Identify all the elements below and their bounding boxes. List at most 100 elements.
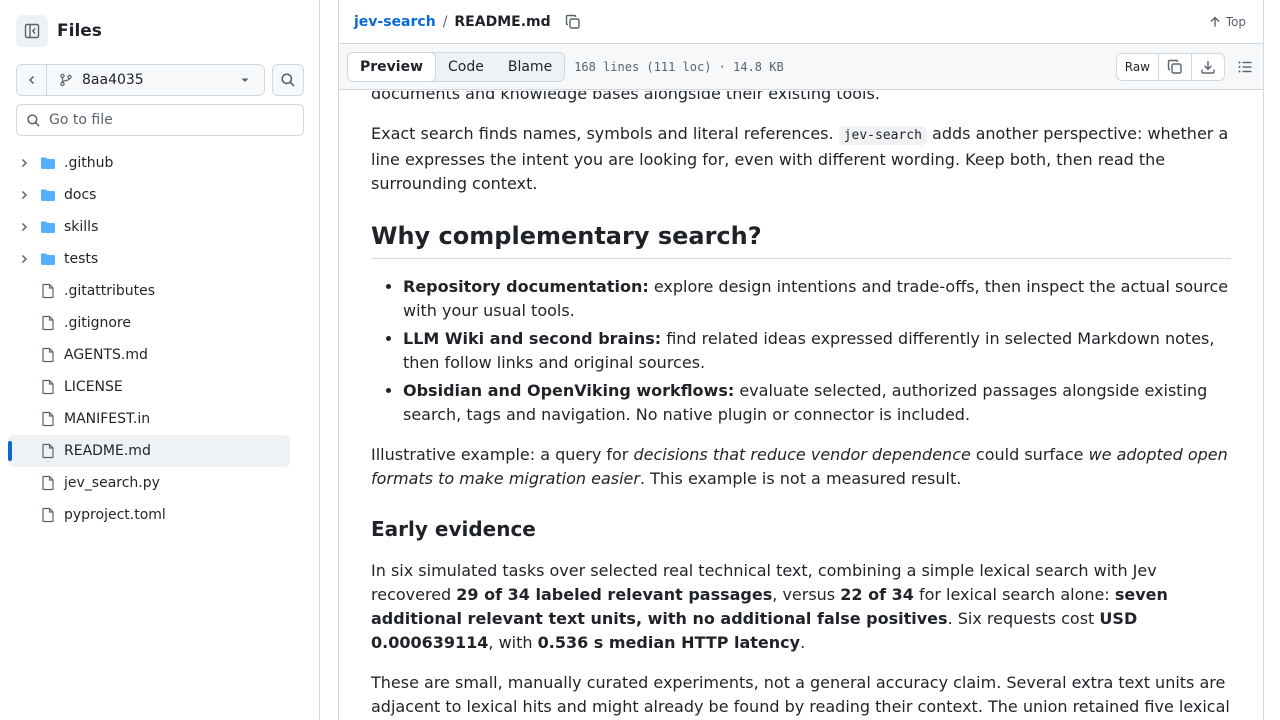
- chevron-right-icon: [21, 190, 28, 200]
- breadcrumb-file: README.md: [454, 13, 551, 30]
- tree-item-label: LICENSE: [64, 379, 123, 395]
- tree-file-item[interactable]: README.md: [8, 435, 290, 467]
- back-button[interactable]: [17, 65, 47, 95]
- copy-raw-button[interactable]: [1159, 53, 1192, 80]
- branch-picker: 8aa4035: [16, 64, 265, 96]
- branch-select-button[interactable]: 8aa4035: [47, 65, 264, 95]
- file-viewer: jev-search / README.md Top Preview Code …: [338, 0, 1264, 720]
- expand-toggle[interactable]: [16, 189, 32, 201]
- tree-item-label: .gitignore: [64, 315, 131, 331]
- folder-icon: [41, 189, 55, 201]
- file-icon: [42, 347, 54, 363]
- tree-item-icon: [40, 251, 56, 267]
- tree-item-label: .gitattributes: [64, 283, 156, 299]
- subsection-heading: Early evidence: [371, 517, 536, 541]
- tab-code[interactable]: Code: [436, 53, 496, 81]
- tree-folder-item[interactable]: skills: [8, 211, 290, 243]
- tree-item-label: jev_search.py: [64, 475, 160, 491]
- tree-item-icon: [40, 283, 56, 299]
- file-icon: [42, 443, 54, 459]
- top-label: Top: [1225, 14, 1246, 29]
- markdown-viewport[interactable]: documents and knowledge bases alongside …: [371, 91, 1231, 720]
- file-tree: .github docs skills tests .gitattributes .git…: [8, 147, 290, 531]
- file-icon: [42, 475, 54, 491]
- selected-indicator: [8, 441, 12, 461]
- search-icon: [281, 73, 295, 87]
- sidebar-header: Files: [16, 15, 102, 47]
- chevron-right-icon: [21, 222, 28, 232]
- breadcrumb-separator: /: [442, 13, 448, 30]
- list-outline-icon: [1238, 61, 1252, 72]
- expand-toggle[interactable]: [16, 221, 32, 233]
- tree-file-item[interactable]: pyproject.toml: [8, 499, 290, 531]
- copy-path-button[interactable]: [565, 14, 581, 30]
- tree-folder-item[interactable]: .github: [8, 147, 290, 179]
- list-item: LLM Wiki and second brains: find related…: [403, 327, 1231, 375]
- tree-file-item[interactable]: .gitattributes: [8, 275, 290, 307]
- tab-preview[interactable]: Preview: [347, 51, 437, 82]
- tree-item-icon: [40, 187, 56, 203]
- tree-item-icon: [40, 347, 56, 363]
- paragraph: Exact search finds names, symbols and li…: [371, 124, 1229, 193]
- go-to-file-input[interactable]: [49, 112, 289, 128]
- caret-down-icon: [241, 78, 249, 82]
- file-actions: Raw: [1115, 52, 1253, 81]
- paragraph: Illustrative example: a query for decisi…: [371, 445, 1228, 488]
- tree-item-icon: [40, 379, 56, 395]
- search-icon: [27, 113, 40, 127]
- file-icon: [42, 411, 54, 427]
- tree-item-icon: [40, 507, 56, 523]
- file-icon: [42, 283, 54, 299]
- sidebar-collapse-icon: [24, 23, 40, 39]
- raw-actions-group: Raw: [1115, 52, 1225, 81]
- file-icon: [42, 315, 54, 331]
- tree-file-item[interactable]: jev_search.py: [8, 467, 290, 499]
- tree-item-label: AGENTS.md: [64, 347, 148, 363]
- download-button[interactable]: [1192, 54, 1224, 80]
- tree-item-icon: [40, 315, 56, 331]
- outline-button[interactable]: [1237, 59, 1253, 75]
- chevron-right-icon: [21, 158, 28, 168]
- tree-item-label: .github: [64, 155, 114, 171]
- tree-file-item[interactable]: LICENSE: [8, 371, 290, 403]
- folder-icon: [41, 157, 55, 169]
- tree-file-item[interactable]: .gitignore: [8, 307, 290, 339]
- tab-blame[interactable]: Blame: [496, 53, 564, 81]
- tree-item-icon: [40, 219, 56, 235]
- back-to-top-link[interactable]: Top: [1209, 15, 1246, 29]
- expand-toggle[interactable]: [16, 253, 32, 265]
- collapse-sidebar-button[interactable]: [16, 15, 48, 47]
- download-icon: [1201, 60, 1215, 74]
- bullet-list: Repository documentation: explore design…: [371, 275, 1231, 427]
- tree-item-label: docs: [64, 187, 97, 203]
- inline-code: jev-search: [838, 126, 927, 145]
- file-meta: 168 lines (111 loc) · 14.8 KB: [574, 59, 784, 74]
- tree-item-icon: [40, 475, 56, 491]
- branch-row: 8aa4035: [16, 64, 304, 96]
- tree-item-label: tests: [64, 251, 99, 267]
- arrow-up-icon: [1210, 16, 1220, 26]
- branch-name: 8aa4035: [82, 72, 144, 88]
- chevron-left-icon: [28, 75, 34, 85]
- markdown-body: documents and knowledge bases alongside …: [371, 91, 1231, 720]
- copy-icon: [565, 14, 580, 29]
- tree-folder-item[interactable]: tests: [8, 243, 290, 275]
- folder-icon: [41, 253, 55, 265]
- chevron-right-icon: [21, 254, 28, 264]
- breadcrumb-repo-link[interactable]: jev-search: [354, 14, 436, 30]
- tree-file-item[interactable]: MANIFEST.in: [8, 403, 290, 435]
- git-branch-icon: [60, 73, 72, 87]
- raw-button[interactable]: Raw: [1117, 53, 1159, 80]
- file-icon: [42, 507, 54, 523]
- tree-item-label: skills: [64, 219, 99, 235]
- sidebar-title: Files: [57, 21, 102, 41]
- section-heading: Why complementary search?: [371, 220, 1231, 259]
- expand-toggle[interactable]: [16, 157, 32, 169]
- tree-file-item[interactable]: AGENTS.md: [8, 339, 290, 371]
- file-toolbar: Preview Code Blame 168 lines (111 loc) ·…: [339, 44, 1263, 90]
- tree-item-icon: [40, 155, 56, 171]
- go-to-file-field: [16, 104, 304, 136]
- search-button[interactable]: [272, 64, 304, 96]
- paragraph: In six simulated tasks over selected rea…: [371, 561, 1168, 652]
- tree-folder-item[interactable]: docs: [8, 179, 290, 211]
